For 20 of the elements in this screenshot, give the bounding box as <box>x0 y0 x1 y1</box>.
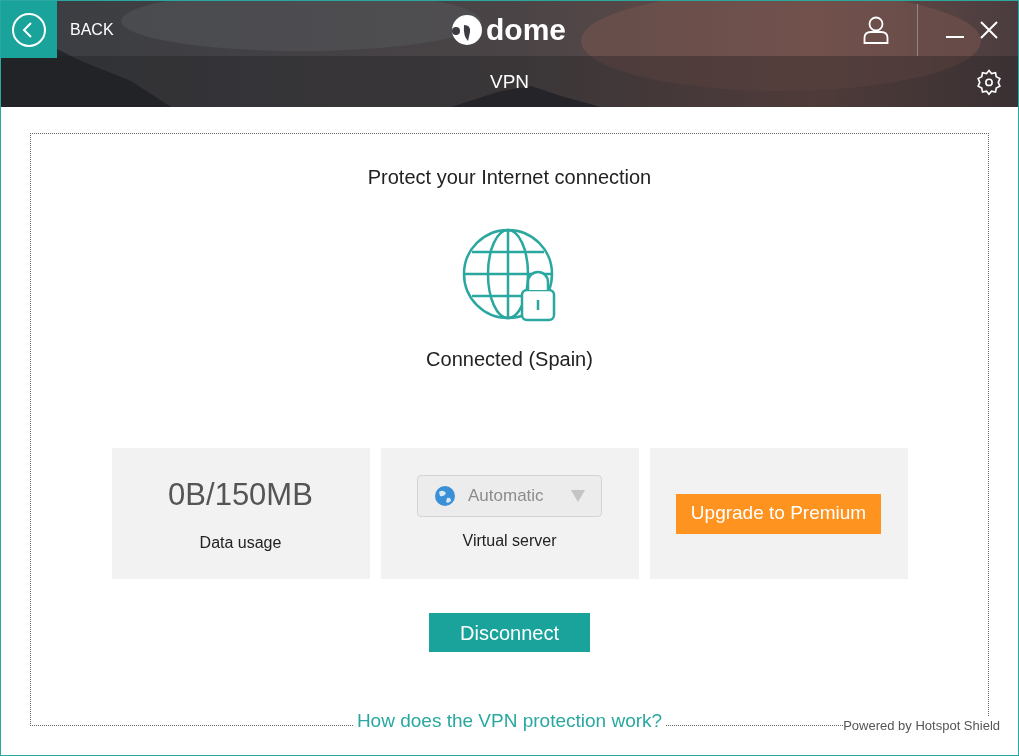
minimize-icon[interactable] <box>946 34 964 39</box>
disconnect-button[interactable]: Disconnect <box>429 613 590 652</box>
data-usage-value: 0B/150MB <box>168 476 313 515</box>
section-title: VPN <box>489 70 530 95</box>
virtual-server-label: Virtual server <box>462 530 557 551</box>
powered-by-text: Powered by Hotspot Shield <box>843 715 1000 735</box>
back-label[interactable]: BACK <box>70 17 450 42</box>
settings-icon[interactable] <box>974 67 1004 98</box>
back-button[interactable] <box>1 1 57 58</box>
close-icon[interactable] <box>980 20 998 39</box>
connection-status: Connected (Spain) <box>426 347 593 372</box>
logo-icon <box>450 13 482 46</box>
data-usage-label: Data usage <box>199 532 282 553</box>
caret-icon <box>571 489 585 502</box>
user-icon[interactable] <box>863 15 889 44</box>
logo-text: dome <box>486 14 566 45</box>
upgrade-button[interactable]: Upgrade to Premium <box>676 493 881 534</box>
globe-lock-icon <box>461 228 558 324</box>
globe-icon <box>434 484 456 507</box>
heading: Protect your Internet connection <box>367 165 652 190</box>
